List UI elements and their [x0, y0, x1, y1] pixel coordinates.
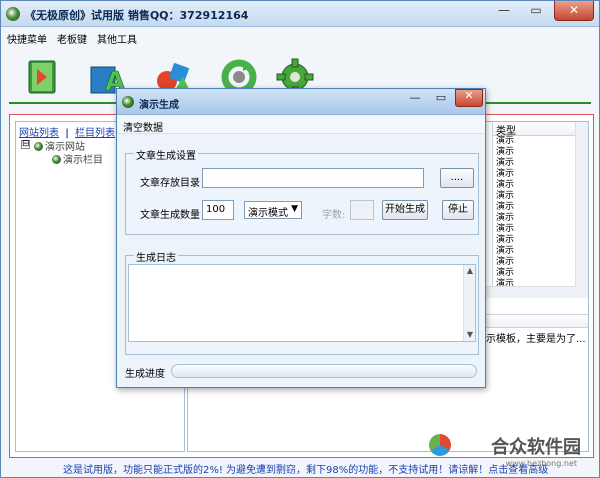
list-item[interactable]: 演示 — [493, 169, 576, 180]
list-item[interactable]: 演示 — [493, 180, 576, 191]
list-item[interactable]: 演示 — [493, 136, 576, 147]
dialog-menu-bar: 清空数据 — [117, 116, 485, 134]
menu-boss-key[interactable]: 老板键 — [57, 31, 87, 46]
count-input[interactable]: 100 — [202, 200, 234, 220]
generate-dialog: 演示生成 — ▭ ✕ 清空数据 文章生成设置 文章存放目录 .... 文章生成数… — [116, 88, 486, 388]
menu-quick[interactable]: 快捷菜单 — [7, 31, 47, 46]
list-item[interactable]: 演示 — [493, 213, 576, 224]
log-group-title: 生成日志 — [134, 249, 178, 264]
dialog-app-icon — [122, 96, 134, 108]
log-group: 生成日志 ▲ ▼ — [125, 249, 479, 355]
chars-label: 字数: — [322, 210, 346, 221]
close-button[interactable]: ✕ — [554, 1, 594, 21]
chevron-down-icon: ▼ — [291, 204, 298, 214]
list-item[interactable]: 演示 — [493, 235, 576, 246]
list-item[interactable]: 演示 — [493, 224, 576, 235]
tree-header: 网站列表 | 栏目列表 — [19, 124, 115, 139]
mode-select[interactable]: 演示模式 ▼ — [244, 201, 302, 219]
dialog-minimize-button[interactable]: — — [405, 92, 425, 106]
scroll-down-icon[interactable]: ▼ — [464, 329, 476, 341]
dialog-title: 演示生成 — [139, 100, 179, 111]
mode-select-value: 演示模式 — [248, 208, 288, 219]
list-item[interactable]: 演示 — [493, 268, 576, 279]
chars-input — [350, 200, 374, 220]
list-item[interactable]: 演示 — [493, 147, 576, 158]
list-item[interactable]: 演示 — [493, 191, 576, 202]
dialog-close-button[interactable]: ✕ — [455, 89, 483, 107]
scroll-up-icon[interactable]: ▲ — [464, 265, 476, 277]
list-item[interactable]: 演示 — [493, 158, 576, 169]
trial-notice[interactable]: 这是试用版，功能只能正式版的2%! 为避免遭到剽窃，剩下98%的功能，不支持试用… — [63, 461, 548, 476]
browse-button[interactable]: .... — [440, 168, 474, 188]
app-logo-icon — [6, 7, 20, 21]
main-menu-bar: 快捷菜单 老板键 其他工具 — [1, 28, 599, 46]
watermark-text: 合众软件园 — [491, 437, 581, 458]
list-vertical-scrollbar[interactable] — [575, 122, 588, 298]
type-column-rows: 演示 演示 演示 演示 演示 演示 演示 演示 演示 演示 演示 演示 演示 演示 — [493, 136, 576, 290]
globe-icon — [34, 142, 43, 151]
log-scrollbar[interactable]: ▲ ▼ — [463, 265, 475, 341]
dir-input[interactable] — [202, 168, 424, 188]
dir-label: 文章存放目录 — [140, 178, 200, 189]
book-icon[interactable] — [23, 57, 63, 97]
minimize-button[interactable]: — — [489, 1, 519, 21]
log-textarea[interactable]: ▲ ▼ — [128, 264, 476, 342]
status-bar: 这是试用版，功能只能正式版的2%! 为避免遭到剽窃，剩下98%的功能，不支持试用… — [1, 459, 599, 477]
settings-group-title: 文章生成设置 — [134, 147, 198, 162]
globe-icon — [52, 155, 61, 164]
dialog-maximize-button[interactable]: ▭ — [431, 92, 451, 106]
start-generate-button[interactable]: 开始生成 — [382, 200, 428, 220]
type-column: 类型 演示 演示 演示 演示 演示 演示 演示 演示 演示 演示 演示 演示 演示 演示 — [492, 122, 576, 298]
list-item[interactable]: 演示 — [493, 202, 576, 213]
progress-label: 生成进度 — [125, 369, 165, 380]
list-item[interactable]: 演示 — [493, 246, 576, 257]
maximize-button[interactable]: ▭ — [521, 1, 551, 21]
menu-clear-data[interactable]: 清空数据 — [123, 119, 163, 134]
count-label: 文章生成数量 — [140, 210, 200, 221]
description-cell: 示模板，主要是为了... — [486, 334, 586, 344]
dialog-title-bar: 演示生成 — ▭ ✕ — [117, 89, 485, 115]
main-window-title: 《无极原创》试用版 销售QQ：372912164 — [25, 9, 249, 22]
type-column-header[interactable]: 类型 — [493, 122, 576, 137]
main-title-bar: 《无极原创》试用版 销售QQ：372912164 — ▭ ✕ — [1, 1, 599, 27]
menu-other-tools[interactable]: 其他工具 — [97, 31, 137, 46]
tree-node-column[interactable]: 演示栏目 — [52, 151, 103, 166]
tree-node-column-label: 演示栏目 — [63, 155, 103, 166]
list-item[interactable]: 演示 — [493, 257, 576, 268]
settings-group: 文章生成设置 文章存放目录 .... 文章生成数量 100 演示模式 ▼ 字数:… — [125, 147, 479, 235]
tree-collapse-toggle[interactable]: ⊟ — [21, 140, 30, 149]
stop-button[interactable]: 停止 — [442, 200, 474, 220]
generate-progress-bar — [171, 364, 477, 378]
watermark-logo-icon — [429, 434, 451, 456]
